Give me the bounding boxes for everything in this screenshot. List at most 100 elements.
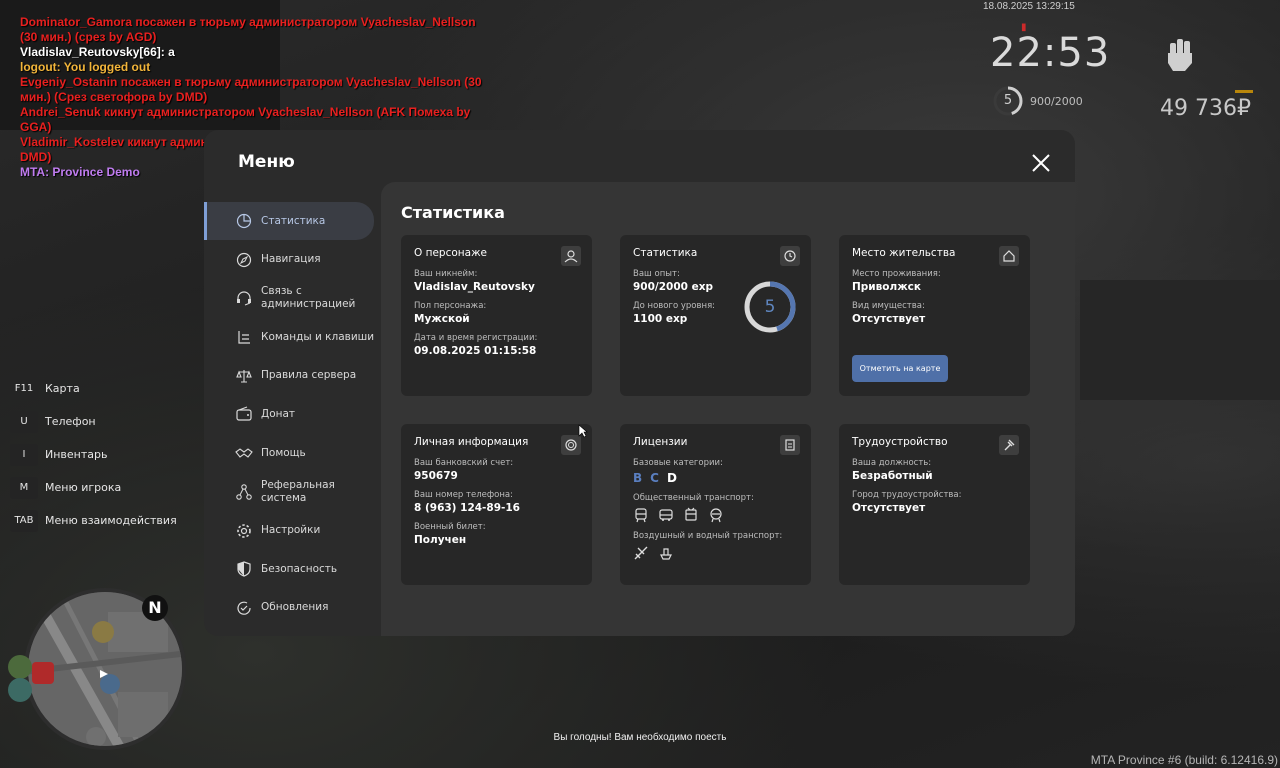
keybind-key: M <box>10 476 38 499</box>
public-transport-label: Общественный транспорт: <box>633 493 754 503</box>
hud-exp: 900/2000 <box>1030 95 1083 108</box>
level-value: 5 <box>764 297 776 317</box>
card-title: Лицензии <box>633 436 688 448</box>
user-icon <box>561 246 581 266</box>
employment-city-label: Город трудоустройства: <box>852 490 962 500</box>
sidebar-item-label: Связь с администрацией <box>261 285 356 311</box>
hud-clock: 22:53 <box>990 30 1111 76</box>
sidebar-item-6[interactable]: Донат <box>204 395 381 433</box>
sidebar-item-label: Статистика <box>261 214 326 227</box>
page-title: Статистика <box>401 203 505 222</box>
scales-icon <box>236 369 252 383</box>
sidebar-item-3[interactable]: Связь с администрацией <box>204 279 381 317</box>
public-transport-icons <box>633 507 798 523</box>
air-water-transport-icons <box>633 545 798 561</box>
exp-label: Ваш опыт: <box>633 269 680 279</box>
referral-icon <box>236 484 252 500</box>
gender-label: Пол персонажа: <box>414 301 487 311</box>
minimap-target-icon <box>8 655 32 679</box>
chat-line: logout: You logged out <box>20 60 151 74</box>
chat-line: Evgeniy_Ostanin посажен в тюрьму админис… <box>20 75 482 104</box>
nickname-label: Ваш никнейм: <box>414 269 478 279</box>
stats-panel: Статистика О персонаже Ваш никнейм: Vlad… <box>381 182 1075 636</box>
scene-shadow <box>1080 280 1280 400</box>
gender-value: Мужской <box>414 313 470 325</box>
fist-icon <box>1168 39 1192 71</box>
card-title: О персонаже <box>414 247 488 259</box>
keybind-row: TAB Меню взаимодействия <box>10 504 177 537</box>
tram-icon <box>635 508 647 523</box>
phone-label: Ваш номер телефона: <box>414 490 513 500</box>
sidebar-item-label: Донат <box>261 407 296 420</box>
sidebar-item-label: Команды и клавиши <box>261 330 375 343</box>
sidebar-item-9[interactable]: Настройки <box>204 512 381 550</box>
basic-categories-label: Базовые категории: <box>633 458 723 468</box>
sidebar-item-label: Правила сервера <box>261 369 357 382</box>
keybind-key: F11 <box>10 377 38 400</box>
registration-label: Дата и время регистрации: <box>414 333 538 343</box>
hud-level: 5 <box>1003 93 1013 108</box>
license-category-b: B <box>633 471 643 485</box>
air-water-transport-label: Воздушный и водный транспорт: <box>633 531 783 541</box>
residence-card: Место жительства Место проживания: Приво… <box>839 235 1030 396</box>
boat-icon <box>660 548 672 560</box>
keybind-key: I <box>10 443 38 466</box>
keybind-list: F11 Карта U Телефон I Инвентарь M Меню игрок… <box>10 372 177 537</box>
menu-title: Меню <box>238 152 295 172</box>
keybind-label: Меню взаимодействия <box>45 514 177 527</box>
residence-place-value: Приволжск <box>852 281 922 293</box>
fingerprint-icon <box>561 435 581 455</box>
clock-icon <box>780 246 800 266</box>
gear-icon <box>237 523 251 538</box>
card-title: Личная информация <box>414 436 529 448</box>
sidebar-item-11[interactable]: Обновления <box>204 589 381 627</box>
refresh-check-icon <box>237 601 251 615</box>
headset-icon <box>237 291 251 306</box>
wallet-icon <box>236 406 252 422</box>
card-title: Статистика <box>633 247 698 259</box>
menu-sidebar: Статистика Навигация Связь с администрацие… <box>204 202 381 628</box>
chat-line: Dominator_Gamora посажен в тюрьму админи… <box>20 15 476 44</box>
keybind-label: Карта <box>45 382 80 395</box>
sidebar-item-5[interactable]: Правила сервера <box>204 357 381 395</box>
license-categories: B C D <box>633 471 798 485</box>
mark-on-map-button[interactable]: Отметить на карте <box>852 355 948 382</box>
keybind-row: M Меню игрока <box>10 471 177 504</box>
licenses-card: Лицензии Базовые категории: B C D Общест… <box>620 424 811 585</box>
sidebar-item-2[interactable]: Навигация <box>204 241 381 279</box>
player-menu: Меню Статистика Навигация Связь с админист… <box>204 130 1075 636</box>
license-category-c: C <box>650 471 659 485</box>
compass-icon <box>236 252 252 267</box>
military-id-label: Военный билет: <box>414 522 486 532</box>
sidebar-item-10[interactable]: Безопасность <box>204 550 381 588</box>
minimap-hospital-icon <box>32 662 54 684</box>
shield-icon <box>237 561 251 577</box>
pie-chart-icon <box>236 213 252 229</box>
sidebar-item-1[interactable]: Статистика <box>204 202 374 240</box>
employment-card: Трудоустройство Ваша должность: Безработ… <box>839 424 1030 585</box>
keybind-key: U <box>10 410 38 433</box>
character-card: О персонаже Ваш никнейм: Vladislav_Reuto… <box>401 235 592 396</box>
experience-card: Статистика Ваш опыт: 900/2000 exp До нов… <box>620 235 811 396</box>
sidebar-item-4[interactable]: Команды и клавиши <box>204 318 381 356</box>
trolleybus-icon <box>685 507 697 521</box>
minimap-north-indicator: N <box>142 595 168 621</box>
sidebar-item-label: Реферальная система <box>261 478 335 504</box>
handshake-icon <box>235 448 253 458</box>
keybind-label: Меню игрока <box>45 481 122 494</box>
hud-money: 49 736₽ <box>1160 96 1251 121</box>
sidebar-item-8[interactable]: Реферальная система <box>204 473 381 511</box>
nickname-value: Vladislav_Reutovsky <box>414 281 535 293</box>
position-label: Ваша должность: <box>852 458 932 468</box>
keybind-row: I Инвентарь <box>10 438 177 471</box>
personal-info-card: Личная информация Ваш банковский счет: 9… <box>401 424 592 585</box>
sidebar-item-label: Безопасность <box>261 562 338 575</box>
hud-date: 18.08.2025 13:29:15 <box>983 1 1075 12</box>
sidebar-item-7[interactable]: Помощь <box>204 434 381 472</box>
close-icon[interactable] <box>1030 152 1052 174</box>
keybind-row: F11 Карта <box>10 372 177 405</box>
hammer-icon <box>999 435 1019 455</box>
airplane-icon <box>634 546 648 560</box>
hunger-notice: Вы голодны! Вам необходимо поесть <box>553 732 727 743</box>
home-icon <box>999 246 1019 266</box>
